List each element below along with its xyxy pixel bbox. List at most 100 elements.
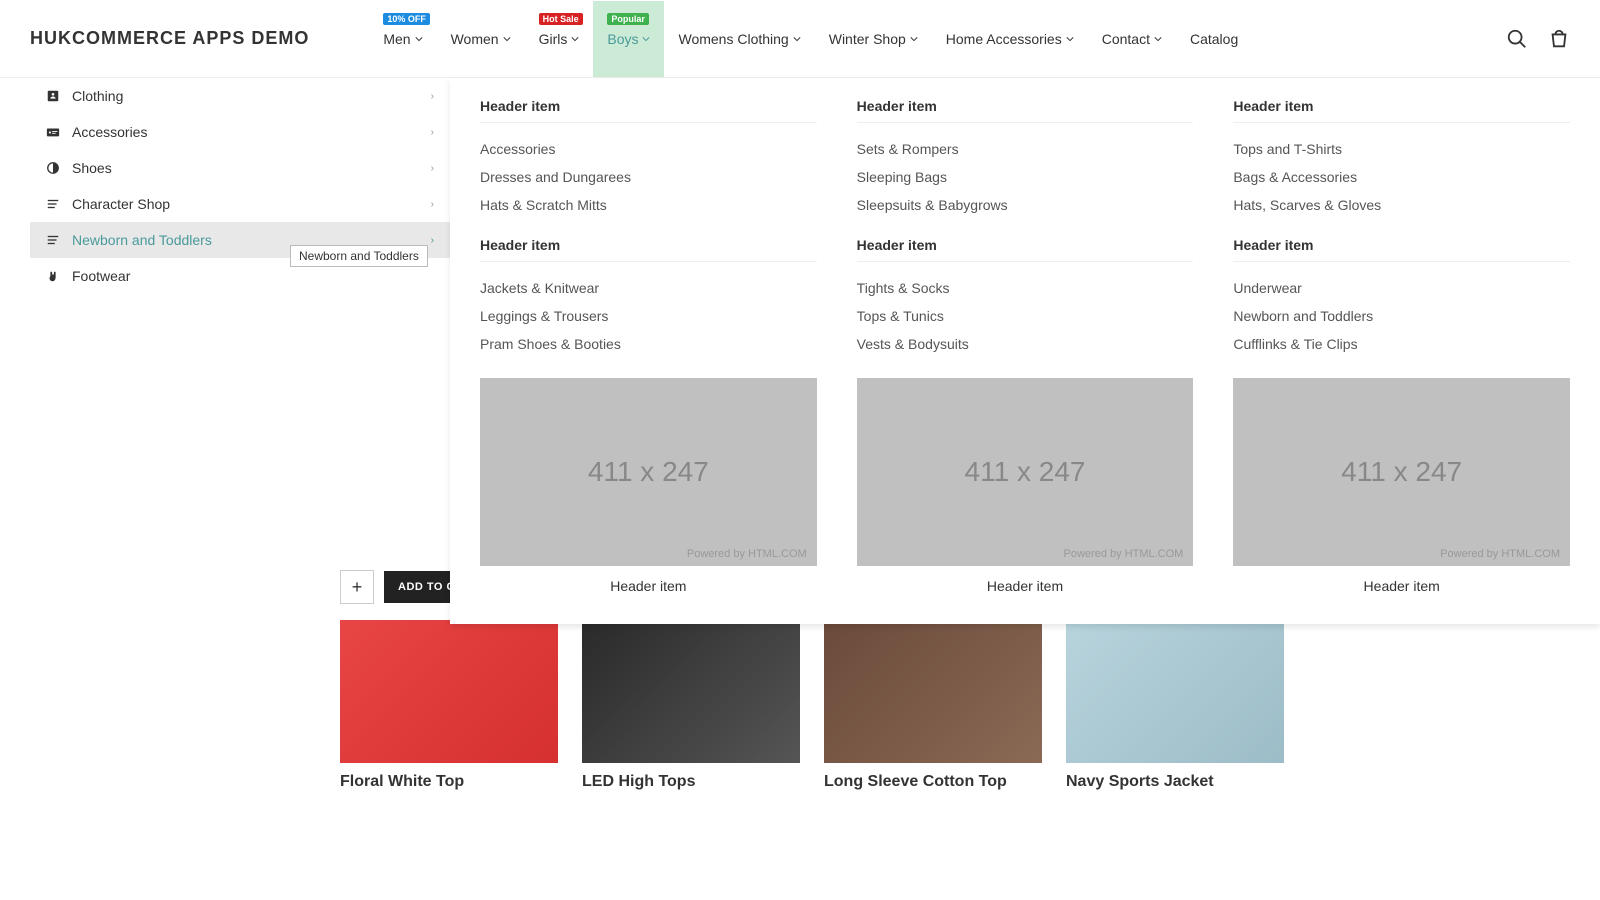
nav-label: Boys <box>607 31 638 47</box>
placeholder-text: 411 x 247 <box>1341 456 1462 488</box>
nav-label: Men <box>383 31 410 47</box>
chevron-down-icon <box>642 35 650 43</box>
product-image[interactable] <box>1066 620 1284 763</box>
mega-link[interactable]: Bags & Accessories <box>1233 163 1570 191</box>
sidebar-item-label: Clothing <box>72 88 419 104</box>
lines-icon <box>46 197 60 211</box>
product-image[interactable] <box>582 620 800 763</box>
nav-label: Women <box>451 31 499 47</box>
mega-menu: Header item AccessoriesDresses and Dungar… <box>450 78 1600 624</box>
product-image[interactable] <box>824 620 1042 763</box>
nav-item-women[interactable]: Women <box>437 1 525 77</box>
mega-link[interactable]: Hats & Scratch Mitts <box>480 191 817 219</box>
mega-link[interactable]: Leggings & Trousers <box>480 302 817 330</box>
nav-item-home-accessories[interactable]: Home Accessories <box>932 1 1088 77</box>
mega-link[interactable]: Hats, Scarves & Gloves <box>1233 191 1570 219</box>
main-nav: 10% OFF Men Women Hot Sale Girls Popular Boys W… <box>369 1 1506 77</box>
mega-caption[interactable]: Header item <box>1233 566 1570 594</box>
search-icon[interactable] <box>1506 28 1528 50</box>
chevron-right-icon: › <box>431 163 434 174</box>
sidebar-item-label: Character Shop <box>72 196 419 212</box>
hover-tooltip: Newborn and Toddlers <box>290 245 428 267</box>
nav-label: Winter Shop <box>829 31 906 47</box>
sidebar-item-label: Shoes <box>72 160 419 176</box>
mega-header: Header item <box>1233 98 1570 123</box>
nav-item-womens-clothing[interactable]: Womens Clothing <box>664 1 814 77</box>
chevron-down-icon <box>571 35 579 43</box>
nav-item-contact[interactable]: Contact <box>1088 1 1176 77</box>
mega-col: Header item Tops and T-ShirtsBags & Acces… <box>1233 98 1570 594</box>
powered-by-text: Powered by HTML.COM <box>1440 548 1560 560</box>
chevron-right-icon: › <box>431 91 434 102</box>
mega-link[interactable]: Vests & Bodysuits <box>857 330 1194 358</box>
nav-label: Girls <box>539 31 568 47</box>
mega-link[interactable]: Tops and T-Shirts <box>1233 135 1570 163</box>
mega-promo-image[interactable]: 411 x 247 Powered by HTML.COM <box>1233 378 1570 566</box>
powered-by-text: Powered by HTML.COM <box>687 548 807 560</box>
sidebar-item-character-shop[interactable]: Character Shop› <box>30 186 450 222</box>
product-image[interactable] <box>340 620 558 763</box>
chevron-down-icon <box>910 35 918 43</box>
placeholder-text: 411 x 247 <box>588 456 709 488</box>
mega-link[interactable]: Jackets & Knitwear <box>480 274 817 302</box>
chevron-down-icon <box>793 35 801 43</box>
lines-icon <box>46 233 60 247</box>
powered-by-text: Powered by HTML.COM <box>1064 548 1184 560</box>
mega-link[interactable]: Newborn and Toddlers <box>1233 302 1570 330</box>
mega-caption[interactable]: Header item <box>480 566 817 594</box>
product-title[interactable]: Long Sleeve Cotton Top <box>824 763 1042 791</box>
chevron-right-icon: › <box>431 235 434 246</box>
mega-header: Header item <box>480 237 817 262</box>
mega-link[interactable]: Sets & Rompers <box>857 135 1194 163</box>
product-title[interactable]: Navy Sports Jacket <box>1066 763 1284 791</box>
mega-header: Header item <box>857 98 1194 123</box>
mega-promo-image[interactable]: 411 x 247 Powered by HTML.COM <box>480 378 817 566</box>
nav-item-catalog[interactable]: Catalog <box>1176 1 1252 77</box>
mega-link[interactable]: Dresses and Dungarees <box>480 163 817 191</box>
mega-link[interactable]: Tights & Socks <box>857 274 1194 302</box>
nav-label: Catalog <box>1190 31 1238 47</box>
mega-col: Header item Sets & RompersSleeping BagsSl… <box>857 98 1194 594</box>
mega-link[interactable]: Sleepsuits & Babygrows <box>857 191 1194 219</box>
chevron-down-icon <box>503 35 511 43</box>
mega-header: Header item <box>1233 237 1570 262</box>
sidebar-item-accessories[interactable]: Accessories › <box>30 114 450 150</box>
card-icon <box>46 125 60 139</box>
nav-label: Contact <box>1102 31 1150 47</box>
mega-link[interactable]: Underwear <box>1233 274 1570 302</box>
mega-promo-image[interactable]: 411 x 247Powered by HTML.COM <box>857 378 1194 566</box>
nav-item-girls[interactable]: Hot Sale Girls <box>525 1 594 77</box>
mega-link[interactable]: Accessories <box>480 135 817 163</box>
nav-item-winter-shop[interactable]: Winter Shop <box>815 1 932 77</box>
quantity-plus-button[interactable]: + <box>340 570 374 604</box>
sidebar-item-shoes[interactable]: Shoes › <box>30 150 450 186</box>
nav-badge: Hot Sale <box>539 13 583 25</box>
nav-badge: Popular <box>607 13 649 25</box>
contact-icon <box>46 89 60 103</box>
cart-icon[interactable] <box>1548 28 1570 50</box>
mega-link[interactable]: Pram Shoes & Booties <box>480 330 817 358</box>
header: HUKCOMMERCE APPS DEMO 10% OFF Men Women Hot… <box>0 0 1600 78</box>
nav-label: Womens Clothing <box>678 31 788 47</box>
sidebar-item-clothing[interactable]: Clothing › <box>30 78 450 114</box>
chevron-right-icon: › <box>431 127 434 138</box>
mega-header: Header item <box>480 98 817 123</box>
chevron-down-icon <box>1154 35 1162 43</box>
product-title[interactable]: LED High Tops <box>582 763 800 791</box>
nav-item-boys[interactable]: Popular Boys <box>593 1 664 77</box>
product-title[interactable]: Floral White Top <box>340 763 558 791</box>
sidebar-item-label: Accessories <box>72 124 419 140</box>
chevron-down-icon <box>415 35 423 43</box>
site-logo[interactable]: HUKCOMMERCE APPS DEMO <box>30 28 369 49</box>
mega-caption[interactable]: Header item <box>857 566 1194 594</box>
mega-link[interactable]: Cufflinks & Tie Clips <box>1233 330 1570 358</box>
mega-link[interactable]: Sleeping Bags <box>857 163 1194 191</box>
header-actions <box>1506 28 1570 50</box>
chevron-down-icon <box>1066 35 1074 43</box>
nav-badge: 10% OFF <box>383 13 430 25</box>
contrast-icon <box>46 161 60 175</box>
nav-item-men[interactable]: 10% OFF Men <box>369 1 436 77</box>
mega-link[interactable]: Tops & Tunics <box>857 302 1194 330</box>
sidebar-item-label: Footwear <box>72 268 434 284</box>
mega-col: Header item AccessoriesDresses and Dungar… <box>480 98 817 594</box>
